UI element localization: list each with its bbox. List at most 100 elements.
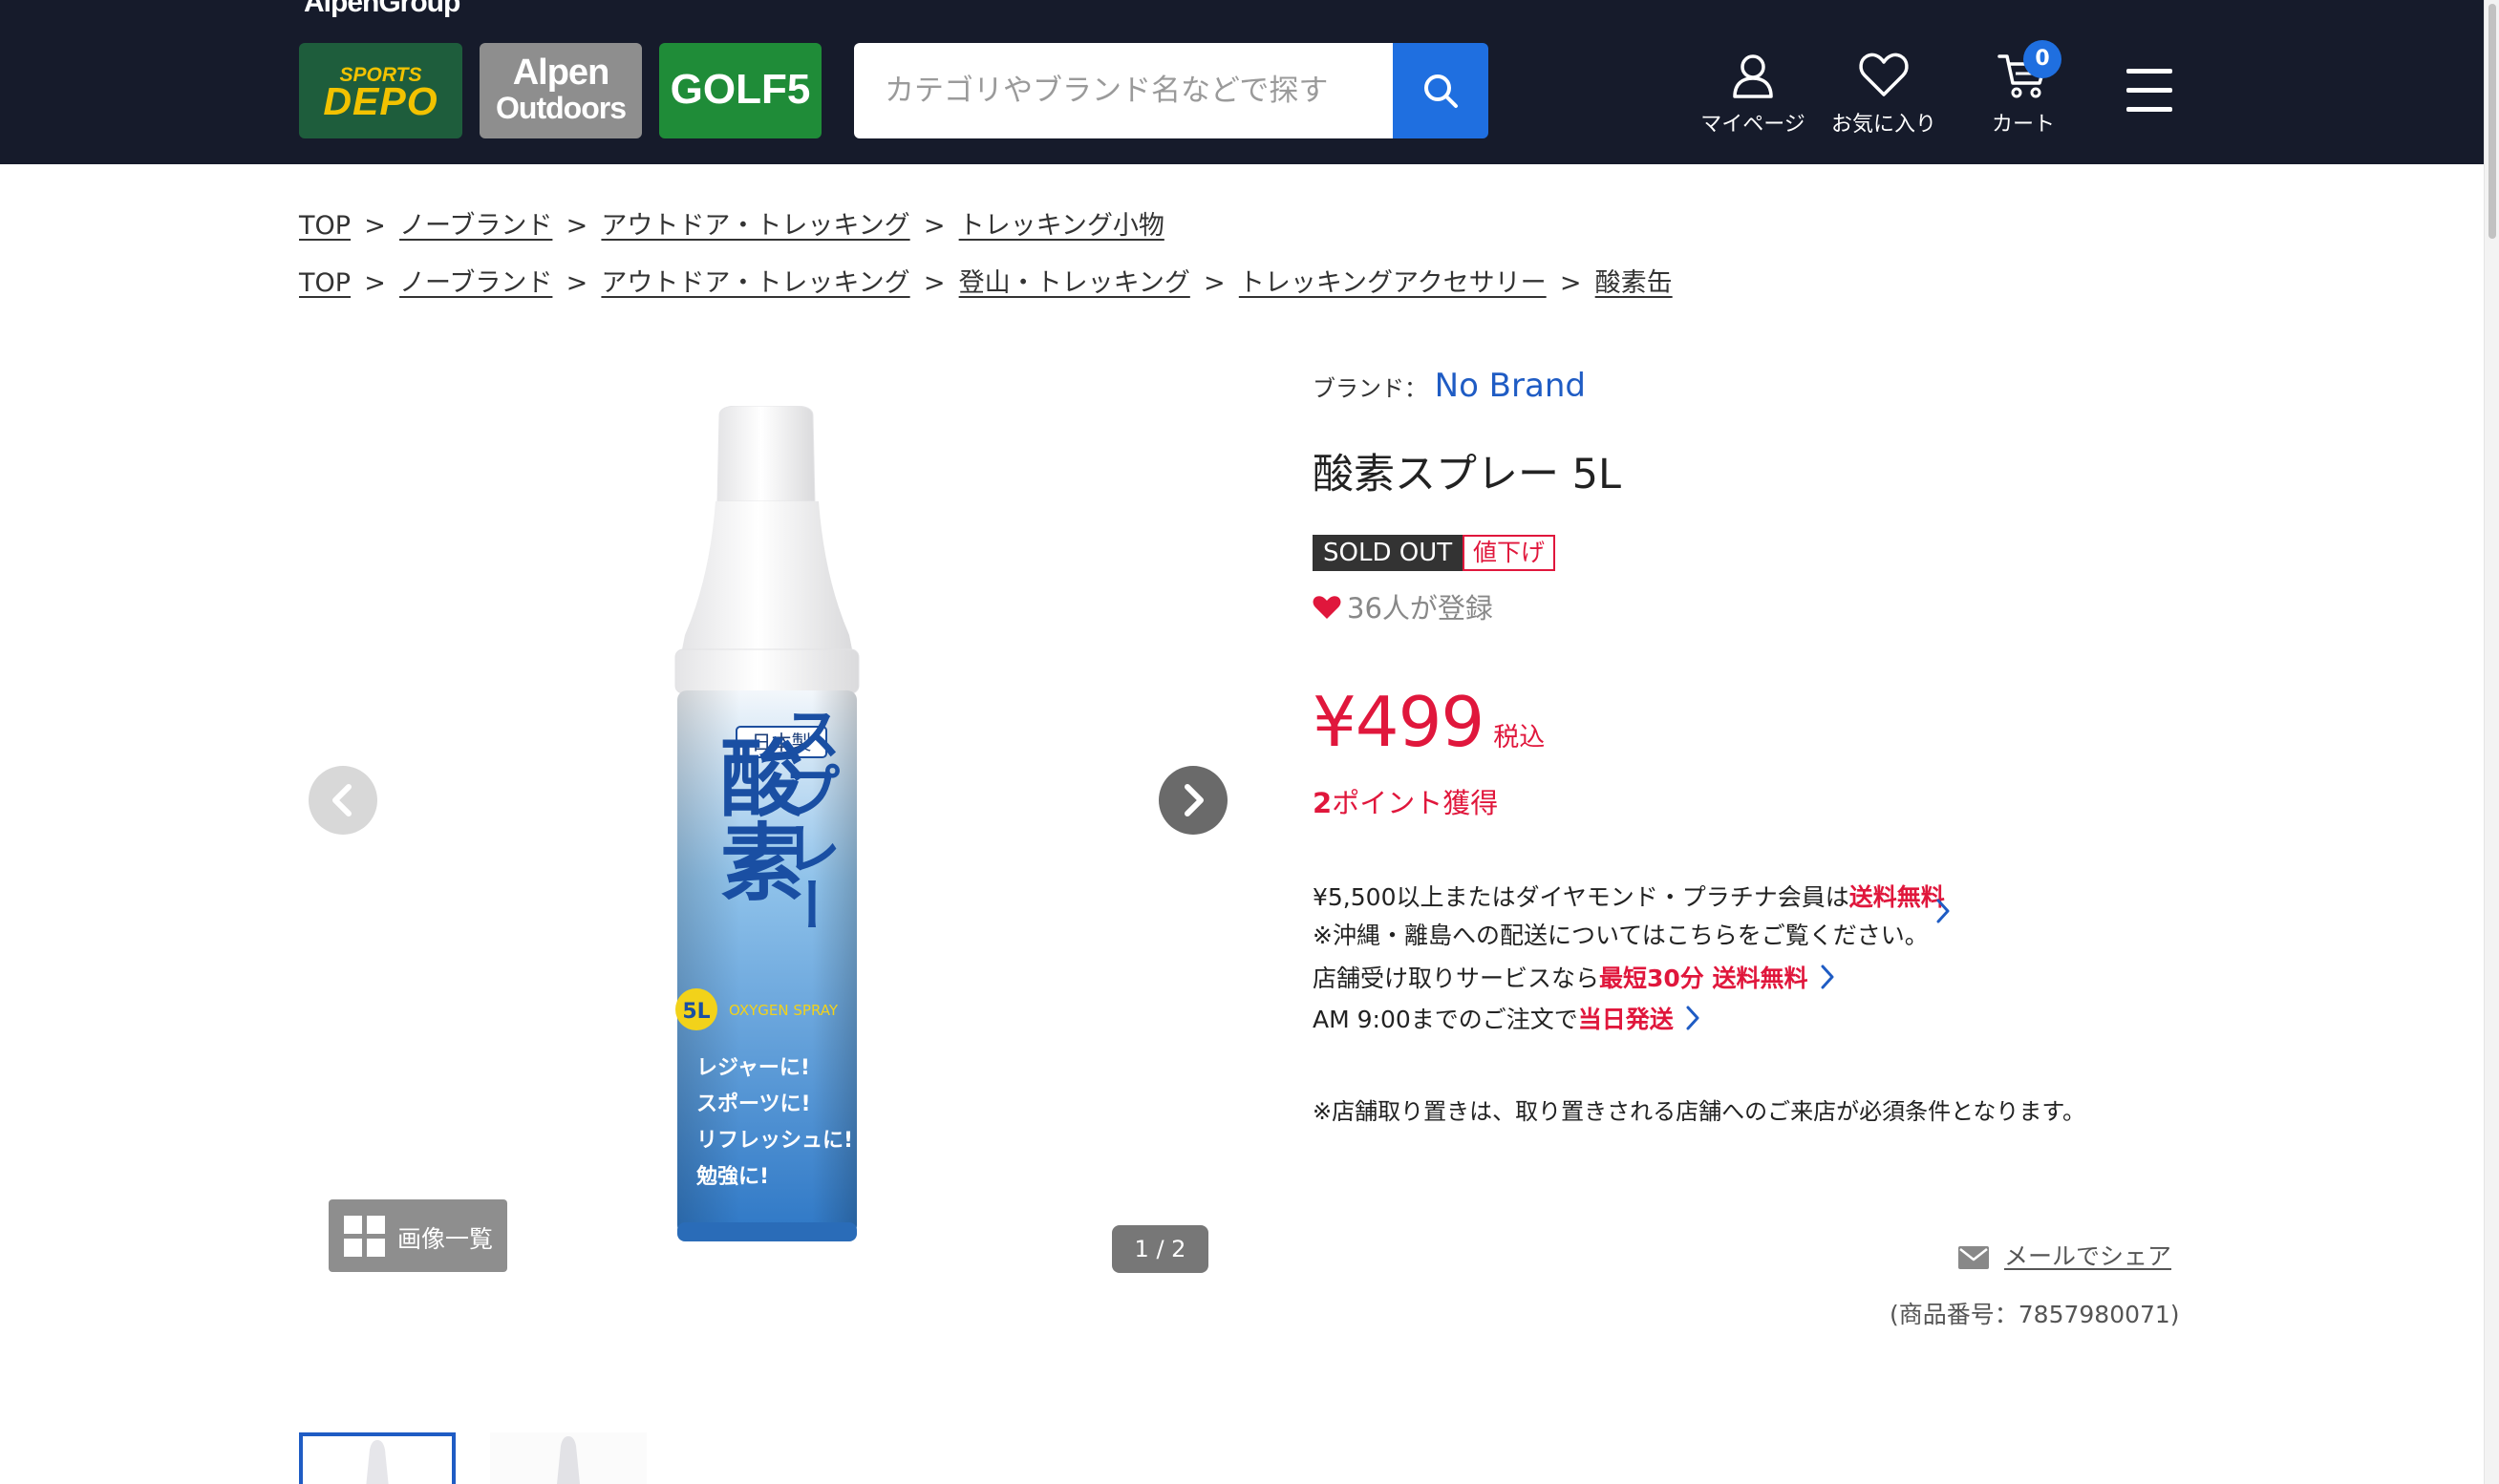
breadcrumb-separator: > [364,211,386,241]
user-icon [1733,54,1773,98]
alpen-outdoors-logo-line2: Outdoors [496,91,627,125]
breadcrumb-link-oxygen-can[interactable]: 酸素缶 [1595,268,1673,298]
next-image-button[interactable] [1159,766,1228,835]
cart-label: カート [1991,113,2055,137]
breadcrumb-link-outdoor-trekking[interactable]: アウトドア・トレッキング [601,211,909,241]
can-use-text: スポーツに! [696,1092,811,1116]
sports-depo-logo-line2: DEPO [323,79,438,123]
can-use-text: リフレッシュに! [696,1129,853,1153]
chevron-right-icon [1185,784,1204,816]
sports-depo-logo-button[interactable]: SPORTS DEPO [299,43,462,138]
product-image-gallery: 日本製 酸素 スプレー 5L OXYGEN SPRAY レジャーに! スポーツに… [299,363,1245,1280]
store-pickup-text: 店舗受け取りサービスなら [1313,965,1600,992]
breadcrumb-separator: > [1204,268,1226,298]
same-day-shipping-link[interactable]: AM 9:00までのご注文で当日発送 [1313,1001,1700,1035]
site-header: AlpenGroup SPORTS DEPO Alpen Outdoors GO… [0,0,2484,164]
chevron-right-icon [1821,965,1834,989]
favorite-count: 36人が登録 [1313,586,1493,626]
alpen-group-logo[interactable]: AlpenGroup [304,0,460,19]
free-shipping-text: ¥5,500以上またはダイヤモンド・プラチナ会員は [1313,883,1849,911]
grid-icon [344,1216,386,1258]
breadcrumb-link-trekking-accessories[interactable]: トレッキングアクセサリー [1239,268,1547,298]
breadcrumb-link-no-brand[interactable]: ノーブランド [399,211,552,241]
heart-outline-icon [1859,53,1909,96]
breadcrumb-link-top[interactable]: TOP [299,268,351,298]
favorites-label: お気に入り [1830,113,1936,137]
cart-count-badge: 0 [2023,40,2061,78]
breadcrumb-separator: > [566,268,588,298]
previous-image-button[interactable] [309,766,377,835]
favorite-count-text: 36人が登録 [1347,592,1493,625]
product-title: 酸素スプレー 5L [1313,451,1621,498]
mypage-link[interactable]: マイページ [1691,52,1815,157]
breadcrumb-link-outdoor-trekking[interactable]: アウトドア・トレッキング [601,268,909,298]
free-shipping-link[interactable]: ¥5,500以上またはダイヤモンド・プラチナ会員は送料無料 [1313,879,1945,913]
brand-link[interactable]: No Brand [1435,367,1586,405]
store-hold-notice: ※店舗取り置きは、取り置きされる店舗へのご来店が必須条件となります。 [1313,1098,2085,1125]
tax-label: 税込 [1493,723,1546,753]
store-pickup-highlight: 最短30分 送料無料 [1599,965,1808,992]
breadcrumb-separator: > [923,268,946,298]
product-image[interactable]: 日本製 酸素 スプレー 5L OXYGEN SPRAY レジャーに! スポーツに… [633,406,901,1246]
okinawa-shipping-text: ※沖縄・離島への配送についてはこちらをご覧ください。 [1313,922,1929,949]
can-english-text: OXYGEN SPRAY [729,1002,839,1019]
image-list-button[interactable]: 画像一覧 [329,1199,507,1272]
free-shipping-highlight: 送料無料 [1848,883,1945,911]
alpen-outdoors-logo-line1: Alpen [512,53,610,93]
chevron-right-icon [1686,1006,1699,1030]
page-scrollbar[interactable] [2484,0,2499,1484]
breadcrumb-primary: TOP > ノーブランド > アウトドア・トレッキング > トレッキング小物 [299,204,1164,242]
chevron-left-icon [332,784,352,816]
search-input[interactable] [854,43,1393,138]
menu-bar [2126,107,2172,112]
thumbnail[interactable] [490,1432,647,1484]
price-amount: ¥499 [1313,682,1484,762]
breadcrumb-link-no-brand[interactable]: ノーブランド [399,268,552,298]
points-earned: 2ポイント獲得 [1313,781,1498,821]
can-use-text: 勉強に! [695,1164,769,1189]
brand-label: ブランド： [1313,375,1427,402]
sold-out-badge: SOLD OUT [1313,535,1463,571]
breadcrumb-separator: > [1559,268,1582,298]
search-icon [1424,74,1458,108]
okinawa-shipping-note[interactable]: ※沖縄・離島への配送についてはこちらをご覧ください。 [1313,917,1929,951]
thumbnail-image [490,1432,647,1484]
menu-bar [2126,69,2172,74]
image-pager: 1 / 2 [1112,1225,1208,1273]
product-code: (商品番号：7857980071) [1890,1301,2180,1328]
cart-link[interactable]: カート [1961,52,2085,157]
chevron-right-icon[interactable] [1935,898,1951,924]
breadcrumb-link-trekking-goods[interactable]: トレッキング小物 [959,211,1164,241]
golf5-logo-text: GOLF5 [670,66,811,113]
hamburger-menu-button[interactable] [2126,69,2172,118]
heart-icon [1313,596,1341,619]
breadcrumb-secondary: TOP > ノーブランド > アウトドア・トレッキング > 登山・トレッキング > トレッキング… [299,262,1673,299]
mail-icon [1958,1246,1989,1269]
mypage-label: マイページ [1700,113,1805,137]
breadcrumb-separator: > [923,211,946,241]
thumbnail-selected[interactable] [299,1432,456,1484]
brand-row: ブランド： No Brand [1313,367,1586,405]
price: ¥499 税込 [1313,682,1545,762]
golf5-logo-button[interactable]: GOLF5 [659,43,822,138]
points-label: ポイント獲得 [1332,787,1499,819]
breadcrumb-separator: > [566,211,588,241]
search-button[interactable] [1393,43,1488,138]
can-sub-name: スプレー [774,704,841,933]
same-day-text: AM 9:00までのご注文で [1313,1006,1578,1033]
mail-share-link[interactable]: メールでシェア [1958,1238,2171,1272]
breadcrumb-link-mountain-trekking[interactable]: 登山・トレッキング [959,268,1190,298]
store-pickup-link[interactable]: 店舗受け取りサービスなら最短30分 送料無料 [1313,960,1835,994]
same-day-highlight: 当日発送 [1577,1006,1674,1033]
favorites-link[interactable]: お気に入り [1822,52,1946,157]
points-value: 2 [1313,787,1333,819]
breadcrumb-separator: > [364,268,386,298]
can-use-text: レジャーに! [696,1056,810,1080]
breadcrumb-link-top[interactable]: TOP [299,211,351,241]
image-list-label: 画像一覧 [397,1225,494,1253]
price-down-badge: 値下げ [1463,535,1556,571]
thumbnail-image [366,1440,389,1484]
scrollbar-thumb[interactable] [2488,4,2496,239]
alpen-outdoors-logo-button[interactable]: Alpen Outdoors [480,43,642,138]
menu-bar [2126,88,2172,93]
